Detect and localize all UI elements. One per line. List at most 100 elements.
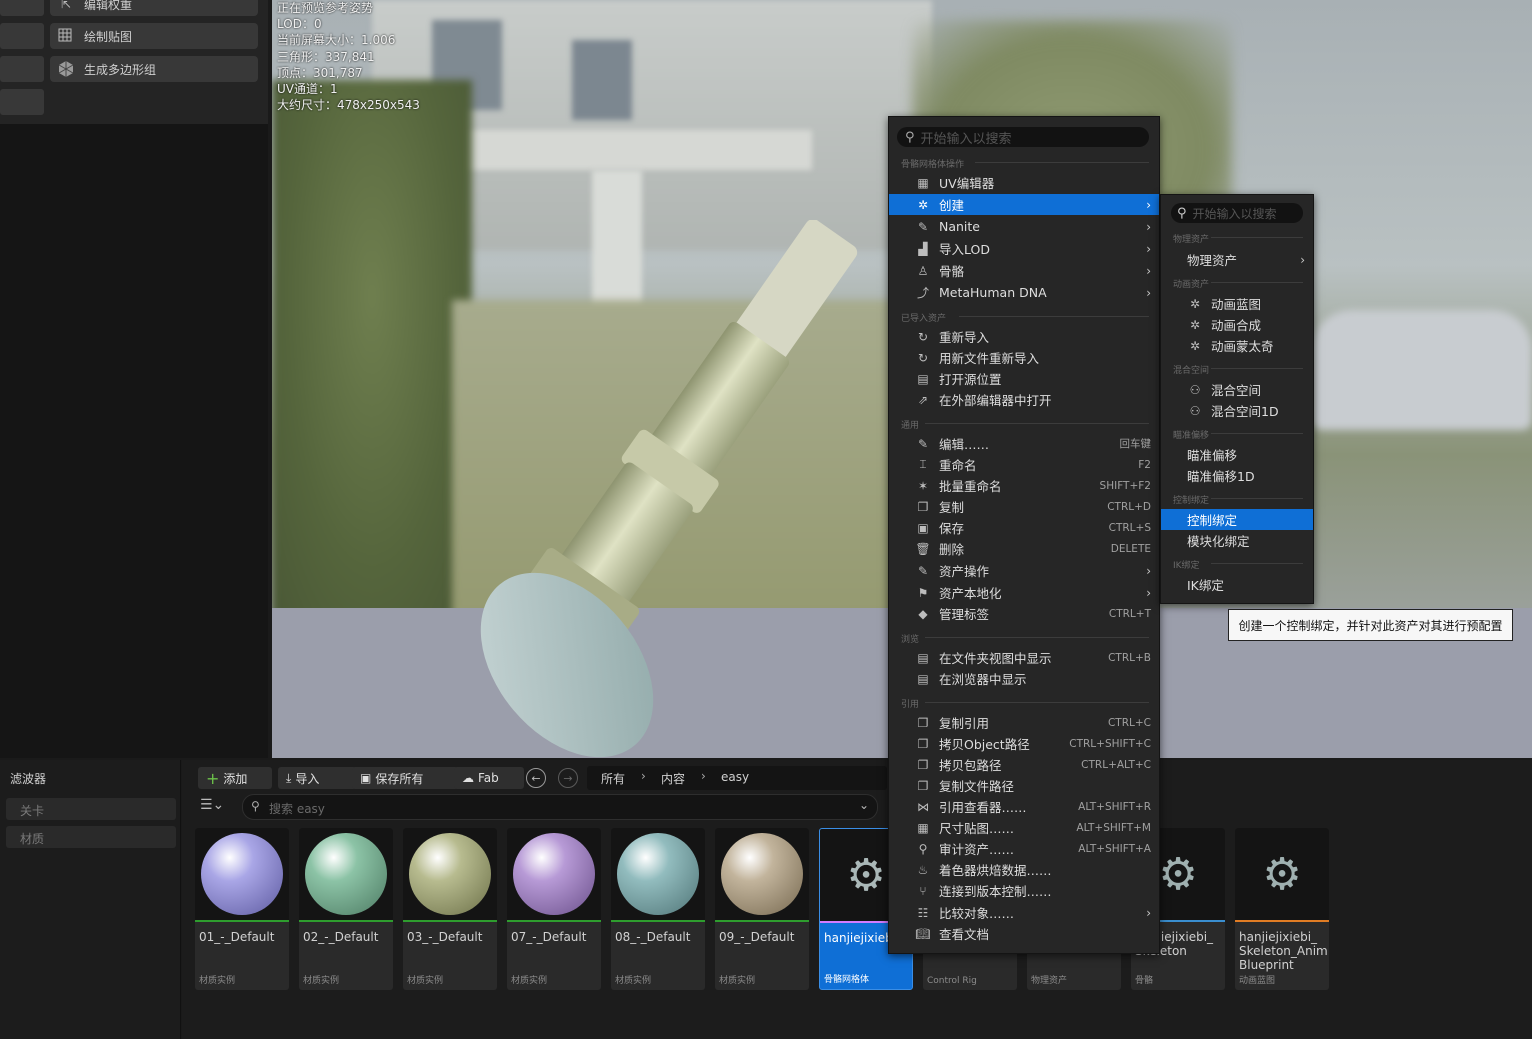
asset-tile[interactable]: 01_-_Default 材质实例 [195,828,289,990]
submenu-item-blend-space-1d[interactable]: ⚇ 混合空间1D [1161,400,1313,421]
menu-search-input[interactable]: ⚲ 开始输入以搜索 [897,127,1149,147]
menu-item-shader-cook-data[interactable]: ♨ 着色器烘焙数据…… [889,859,1159,880]
fab-button[interactable]: ☁ Fab [454,767,524,789]
menu-item-manage-tags[interactable]: ◆ 管理标签 CTRL+T [889,603,1159,624]
asset-type: 材质实例 [199,976,236,986]
menu-item-asset-actions[interactable]: ✎ 资产操作 › [889,560,1159,581]
menu-item-metahuman-dna[interactable]: ⤴ MetaHuman DNA › [889,282,1159,303]
batch-rename-icon: ✶ [917,478,929,493]
import-button[interactable]: ⤓ 导入 [278,767,356,789]
save-icon: ▣ [917,520,929,535]
menu-item-delete[interactable]: 🗑︎ 删除 DELETE [889,538,1159,559]
asset-tile[interactable]: 07_-_Default 材质实例 [507,828,601,990]
asset-tile[interactable]: 02_-_Default 材质实例 [299,828,393,990]
tool-stub[interactable] [0,23,44,49]
menu-item-audit-assets[interactable]: ⚲ 审计资产…… ALT+SHIFT+A [889,838,1159,859]
submenu-item-modular-rig[interactable]: 模块化绑定 [1161,530,1313,551]
search-input[interactable]: ⚲ 搜索 easy ⌄ [242,794,878,820]
menu-item-nanite[interactable]: ✎ Nanite › [889,216,1159,237]
section-common: 通用 [901,421,920,431]
generate-polygroups-button[interactable]: 生成多边形组 [50,56,258,82]
asset-tile[interactable]: 08_-_Default 材质实例 [611,828,705,990]
submenu-item-control-rig[interactable]: 控制绑定 [1161,509,1313,530]
filters-panel: 滤波器 关卡 材质 [0,760,181,1039]
paint-texture-label: 绘制贴图 [84,29,133,44]
create-submenu: ⚲ 开始输入以搜索 物理资产 物理资产 › 动画资产 ✲ 动画蓝图 ✲ 动画合成 ✲ 动… [1160,194,1314,604]
menu-item-copy-reference[interactable]: ❐ 复制引用 CTRL+C [889,712,1159,733]
uv-grid-icon: ▦ [917,175,929,190]
edit-weights-button[interactable]: ⇱ 编辑权重 [50,0,258,16]
filter-item-material[interactable]: 材质 [6,826,176,848]
menu-item-diff[interactable]: ☷ 比较对象…… › [889,902,1159,923]
menu-item-reimport-new-file[interactable]: ↻ 用新文件重新导入 [889,347,1159,368]
submenu-item-ik-rig[interactable]: IK绑定 [1161,574,1313,595]
section-divider [925,423,1149,424]
asset-tile[interactable]: 03_-_Default 材质实例 [403,828,497,990]
menu-item-rename[interactable]: ⌶ 重命名 F2 [889,454,1159,475]
menu-item-show-in-browser[interactable]: ▤ 在浏览器中显示 [889,668,1159,689]
menu-item-edit[interactable]: ✎ 编辑…… 回车键 [889,433,1159,454]
asset-tile[interactable]: ⚙ hanjiejixiebi_ Skeleton_Anim Blueprint… [1235,828,1329,990]
copy-icon: ❐ [917,757,929,772]
menu-item-size-map[interactable]: ▦ 尺寸贴图…… ALT+SHIFT+M [889,817,1159,838]
section-divider [975,162,1149,163]
menu-item-copy-file-path[interactable]: ❐ 复制文件路径 [889,775,1159,796]
submenu-item-anim-blueprint[interactable]: ✲ 动画蓝图 [1161,293,1313,314]
plus-icon: + [206,768,220,788]
tool-stub[interactable] [0,0,44,16]
menu-item-copy-object-path[interactable]: ❐ 拷贝Object路径 CTRL+SHIFT+C [889,733,1159,754]
menu-item-save[interactable]: ▣ 保存 CTRL+S [889,517,1159,538]
filter-item-level[interactable]: 关卡 [6,798,176,820]
menu-item-view-docs[interactable]: 📖︎ 查看文档 [889,923,1159,944]
menu-item-open-external-editor[interactable]: ⇗ 在外部编辑器中打开 [889,389,1159,410]
audit-icon: ⚲ [918,841,928,856]
fab-label: Fab [478,771,499,785]
chevron-right-icon: › [1146,585,1151,600]
menu-item-show-in-folder-view[interactable]: ▤ 在文件夹视图中显示 CTRL+B [889,647,1159,668]
skeleton-icon: ♙ [917,263,929,278]
menu-item-duplicate[interactable]: ❐ 复制 CTRL+D [889,496,1159,517]
submenu-item-anim-composite[interactable]: ✲ 动画合成 [1161,314,1313,335]
asset-tile[interactable]: 09_-_Default 材质实例 [715,828,809,990]
save-all-button[interactable]: ▣ 保存所有 [352,767,458,789]
breadcrumb-all[interactable]: 所有 [601,770,625,787]
import-icon: ⤓ [286,770,292,785]
forward-icon[interactable]: → [558,768,578,788]
menu-item-skeleton[interactable]: ♙ 骨骼 › [889,260,1159,281]
tool-stub[interactable] [0,89,44,115]
menu-item-reimport[interactable]: ↻ 重新导入 [889,326,1159,347]
copy-icon: ❐ [917,778,929,793]
menu-item-create[interactable]: ✲ 创建 › [889,194,1159,215]
filter-icon[interactable]: ☰⌄ [200,797,224,813]
back-icon[interactable]: ← [526,768,546,788]
menu-item-copy-package-path[interactable]: ❐ 拷贝包路径 CTRL+ALT+C [889,754,1159,775]
blend-space-icon: ⚇ [1189,382,1201,397]
menu-item-source-control[interactable]: ⑂ 连接到版本控制…… [889,880,1159,901]
section-blend-space: 混合空间 [1173,366,1210,376]
menu-item-reference-viewer[interactable]: ⋈ 引用查看器…… ALT+SHIFT+R [889,796,1159,817]
menu-item-asset-localization[interactable]: ⚑ 资产本地化 › [889,582,1159,603]
menu-item-batch-rename[interactable]: ✶ 批量重命名 SHIFT+F2 [889,475,1159,496]
submenu-item-physics-asset[interactable]: 物理资产 › [1161,249,1313,270]
submenu-item-aim-offset-1d[interactable]: 瞄准偏移1D [1161,465,1313,486]
submenu-item-aim-offset[interactable]: 瞄准偏移 [1161,444,1313,465]
chevron-down-icon[interactable]: ⌄ [859,798,869,812]
submenu-item-blend-space[interactable]: ⚇ 混合空间 [1161,379,1313,400]
menu-item-open-source-location[interactable]: ▤ 打开源位置 [889,368,1159,389]
robot-arm-icon: ⚙ [1158,848,1198,900]
breadcrumb-content[interactable]: 内容 [661,770,685,787]
submenu-item-anim-montage[interactable]: ✲ 动画蒙太奇 [1161,335,1313,356]
add-button[interactable]: + 添加 [198,767,272,789]
paint-texture-button[interactable]: 绘制贴图 [50,23,258,49]
anim-composite-icon: ✲ [1189,317,1201,332]
menu-item-uv-editor[interactable]: ▦ UV编辑器 [889,172,1159,193]
section-divider [925,637,1149,638]
polygroup-icon [56,60,76,78]
submenu-search-input[interactable]: ⚲ 开始输入以搜索 [1171,203,1303,223]
asset-type: 材质实例 [407,976,444,986]
uv-channels-text: UV通道：1 [277,82,338,97]
breadcrumb-easy[interactable]: easy [721,770,749,784]
section-animation-assets: 动画资产 [1173,280,1210,290]
menu-item-import-lod[interactable]: ▟ 导入LOD › [889,238,1159,259]
tool-stub[interactable] [0,56,44,82]
